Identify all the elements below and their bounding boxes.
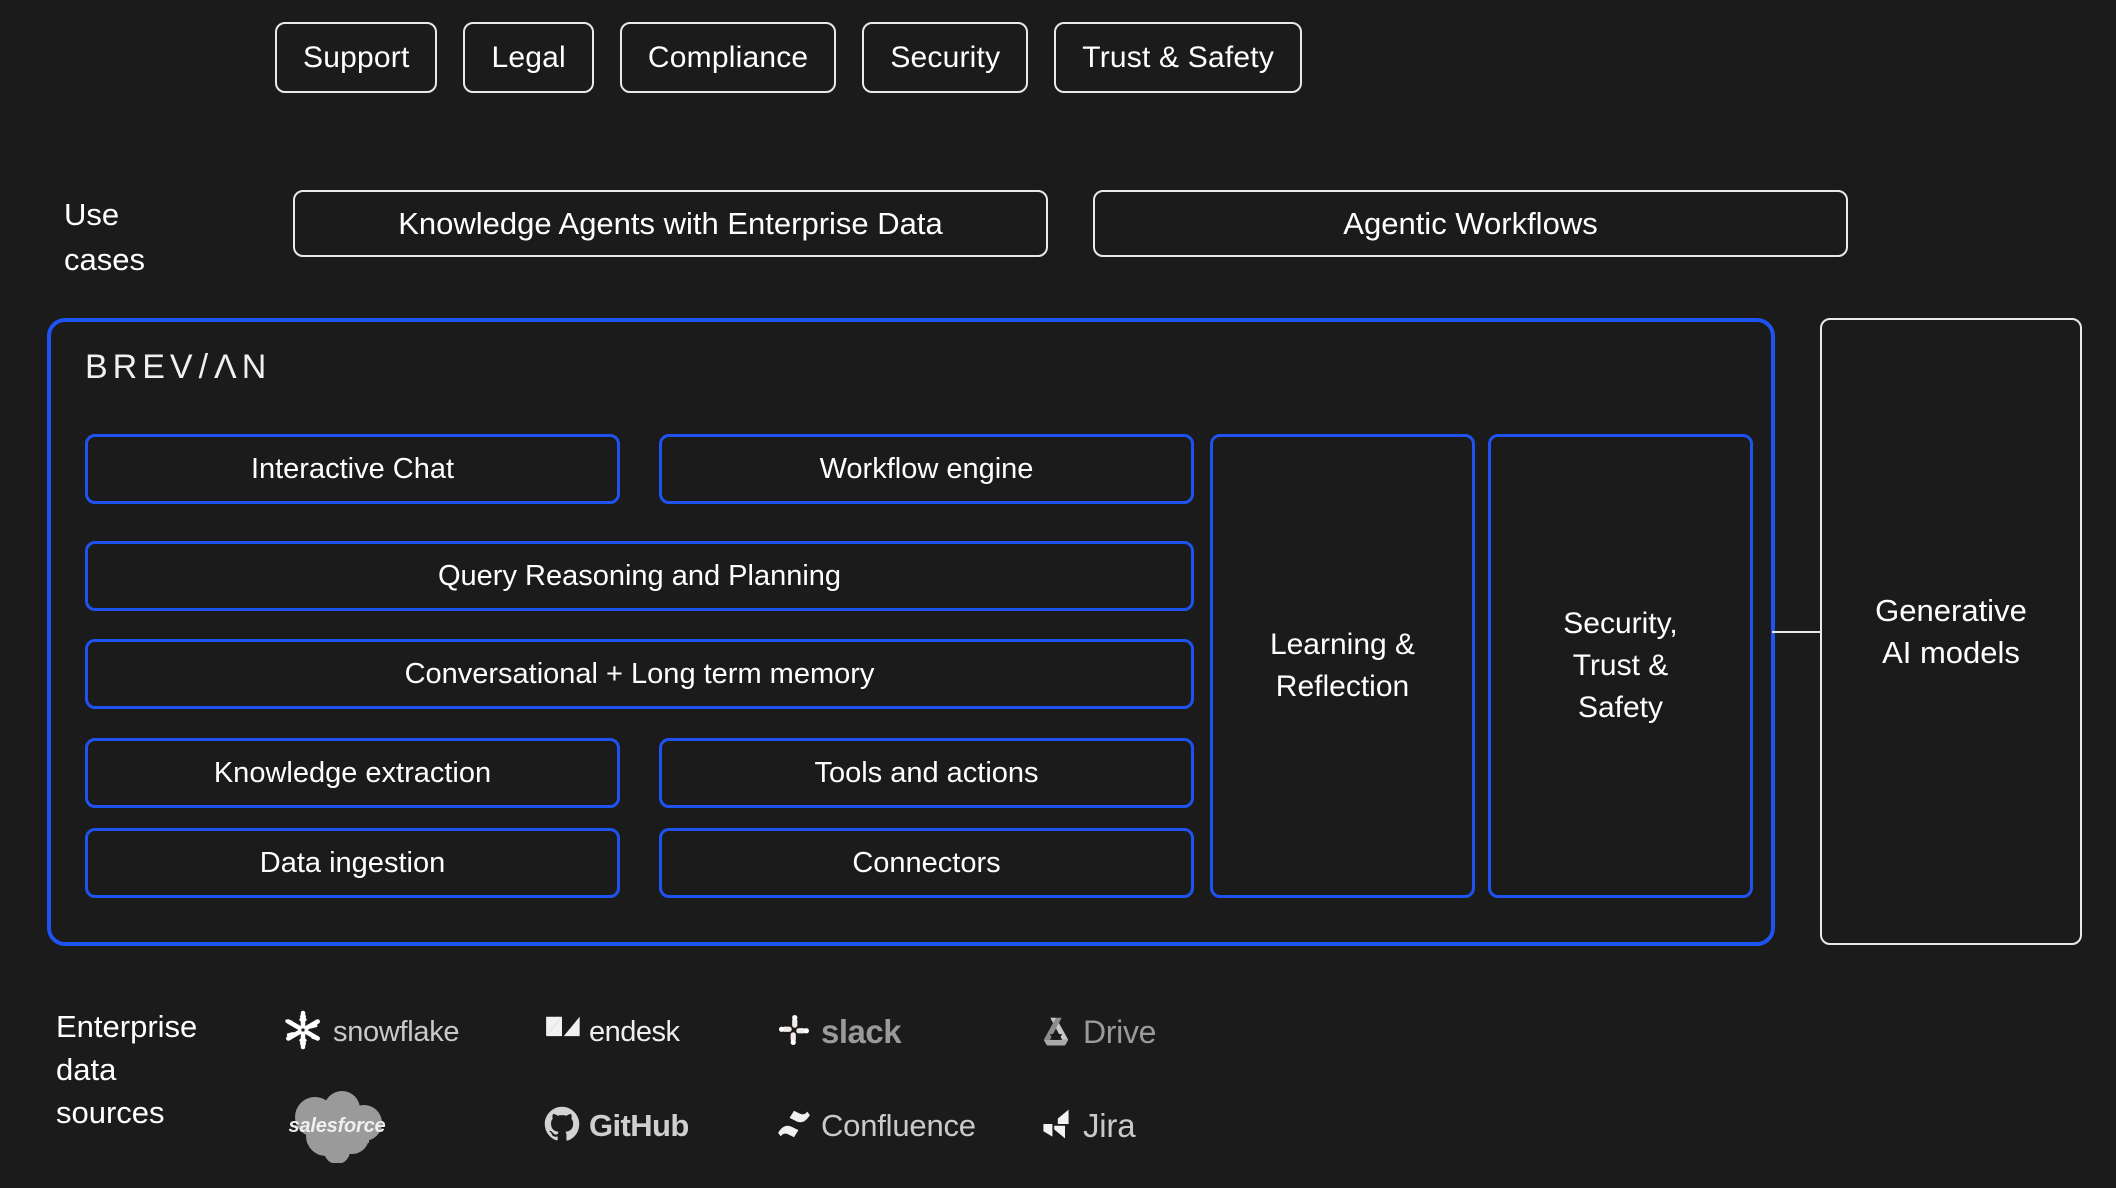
persona-row: Support Legal Compliance Security Trust … — [275, 22, 1303, 93]
capability-label: Interactive Chat — [250, 452, 455, 485]
data-source-label: snowflake — [333, 1015, 460, 1048]
confluence-icon — [776, 1109, 812, 1144]
capability-tools-and-actions[interactable]: Tools and actions — [659, 738, 1194, 808]
capability-workflow-engine[interactable]: Workflow engine — [659, 434, 1194, 504]
data-source-label: GitHub — [589, 1108, 689, 1143]
capability-label: Conversational + Long term memory — [404, 657, 875, 690]
use-case-knowledge-agents[interactable]: Knowledge Agents with Enterprise Data — [293, 190, 1048, 257]
capability-conversational-long-term-memory[interactable]: Conversational + Long term memory — [85, 639, 1194, 709]
panel-label-line2: Trust & — [1572, 649, 1669, 682]
data-source-label: Confluence — [821, 1108, 976, 1143]
enterprise-data-sources-label: Enterprise data sources — [56, 1005, 266, 1134]
persona-label: Security — [890, 40, 1001, 74]
persona-compliance[interactable]: Compliance — [619, 22, 837, 93]
panel-label-line3: Safety — [1577, 691, 1664, 724]
diagram-canvas: Support Legal Compliance Security Trust … — [0, 0, 2116, 1188]
data-source-label: salesforce — [288, 1114, 386, 1137]
generative-ai-models-box[interactable]: Generative AI models — [1820, 318, 2082, 945]
brand-suffix: ΛN — [214, 348, 272, 386]
capability-knowledge-extraction[interactable]: Knowledge extraction — [85, 738, 620, 808]
panel-label-line2: Reflection — [1275, 670, 1410, 703]
eds-label-line2: data — [56, 1052, 117, 1087]
eds-label-line3: sources — [56, 1095, 165, 1130]
capability-label: Knowledge extraction — [213, 756, 492, 789]
data-source-label: slack — [821, 1013, 902, 1050]
persona-legal[interactable]: Legal — [463, 22, 594, 93]
capability-data-ingestion[interactable]: Data ingestion — [85, 828, 620, 898]
data-source-label: endesk — [589, 1015, 680, 1048]
persona-support[interactable]: Support — [275, 22, 438, 93]
data-source-slack[interactable]: slack — [776, 1002, 1038, 1062]
use-cases-label-line1: Use — [64, 197, 120, 232]
use-cases-label: Use cases — [64, 192, 224, 282]
data-source-snowflake[interactable]: snowflake — [282, 1002, 544, 1062]
brand-slash: / — [198, 348, 214, 386]
zendesk-icon — [544, 1015, 580, 1050]
data-source-salesforce[interactable]: salesforce — [282, 1091, 544, 1163]
capability-query-reasoning-and-planning[interactable]: Query Reasoning and Planning — [85, 541, 1194, 611]
use-case-label: Agentic Workflows — [1343, 205, 1598, 241]
brevian-logo: BREV / ΛN — [85, 348, 271, 387]
data-source-jira[interactable]: Jira — [1038, 1096, 1278, 1156]
snowflake-icon — [282, 1009, 324, 1056]
use-case-label: Knowledge Agents with Enterprise Data — [398, 205, 943, 241]
use-cases-label-line2: cases — [64, 242, 145, 277]
capability-interactive-chat[interactable]: Interactive Chat — [85, 434, 620, 504]
slack-icon — [776, 1012, 812, 1053]
panel-label-line1: Learning & — [1269, 628, 1416, 661]
google-drive-icon — [1038, 1014, 1074, 1051]
data-source-label: Jira — [1083, 1107, 1136, 1144]
capability-connectors[interactable]: Connectors — [659, 828, 1194, 898]
capability-security-trust-safety[interactable]: Security, Trust & Safety — [1488, 434, 1753, 898]
capability-label: Data ingestion — [259, 846, 446, 879]
persona-trust-safety[interactable]: Trust & Safety — [1054, 22, 1303, 93]
enterprise-data-sources-grid: snowflake endesk slack Drive salesforce … — [282, 985, 1362, 1163]
persona-label: Support — [303, 40, 410, 74]
panel-label-line1: Security, — [1563, 607, 1678, 640]
persona-label: Trust & Safety — [1082, 40, 1275, 74]
data-source-zendesk[interactable]: endesk — [544, 1002, 776, 1062]
connector-line-platform-to-models — [1772, 631, 1824, 633]
data-source-github[interactable]: GitHub — [544, 1096, 776, 1156]
data-source-label: Drive — [1083, 1013, 1157, 1050]
use-case-agentic-workflows[interactable]: Agentic Workflows — [1093, 190, 1848, 257]
eds-label-line1: Enterprise — [56, 1009, 198, 1044]
models-label-line1: Generative — [1875, 592, 2027, 628]
capability-label: Connectors — [852, 846, 1001, 879]
capability-label: Query Reasoning and Planning — [437, 559, 842, 592]
persona-security[interactable]: Security — [862, 22, 1029, 93]
capability-learning-and-reflection[interactable]: Learning & Reflection — [1210, 434, 1475, 898]
capability-label: Tools and actions — [814, 756, 1039, 789]
data-source-google-drive[interactable]: Drive — [1038, 1002, 1278, 1062]
persona-label: Compliance — [647, 40, 809, 74]
jira-icon — [1038, 1106, 1074, 1147]
salesforce-cloud-icon: salesforce — [282, 1089, 392, 1163]
models-label-line2: AI models — [1882, 634, 2020, 670]
github-icon — [544, 1106, 580, 1147]
brand-prefix: BREV — [85, 348, 198, 386]
persona-label: Legal — [491, 40, 566, 74]
data-source-confluence[interactable]: Confluence — [776, 1096, 1038, 1156]
capability-label: Workflow engine — [819, 452, 1034, 485]
